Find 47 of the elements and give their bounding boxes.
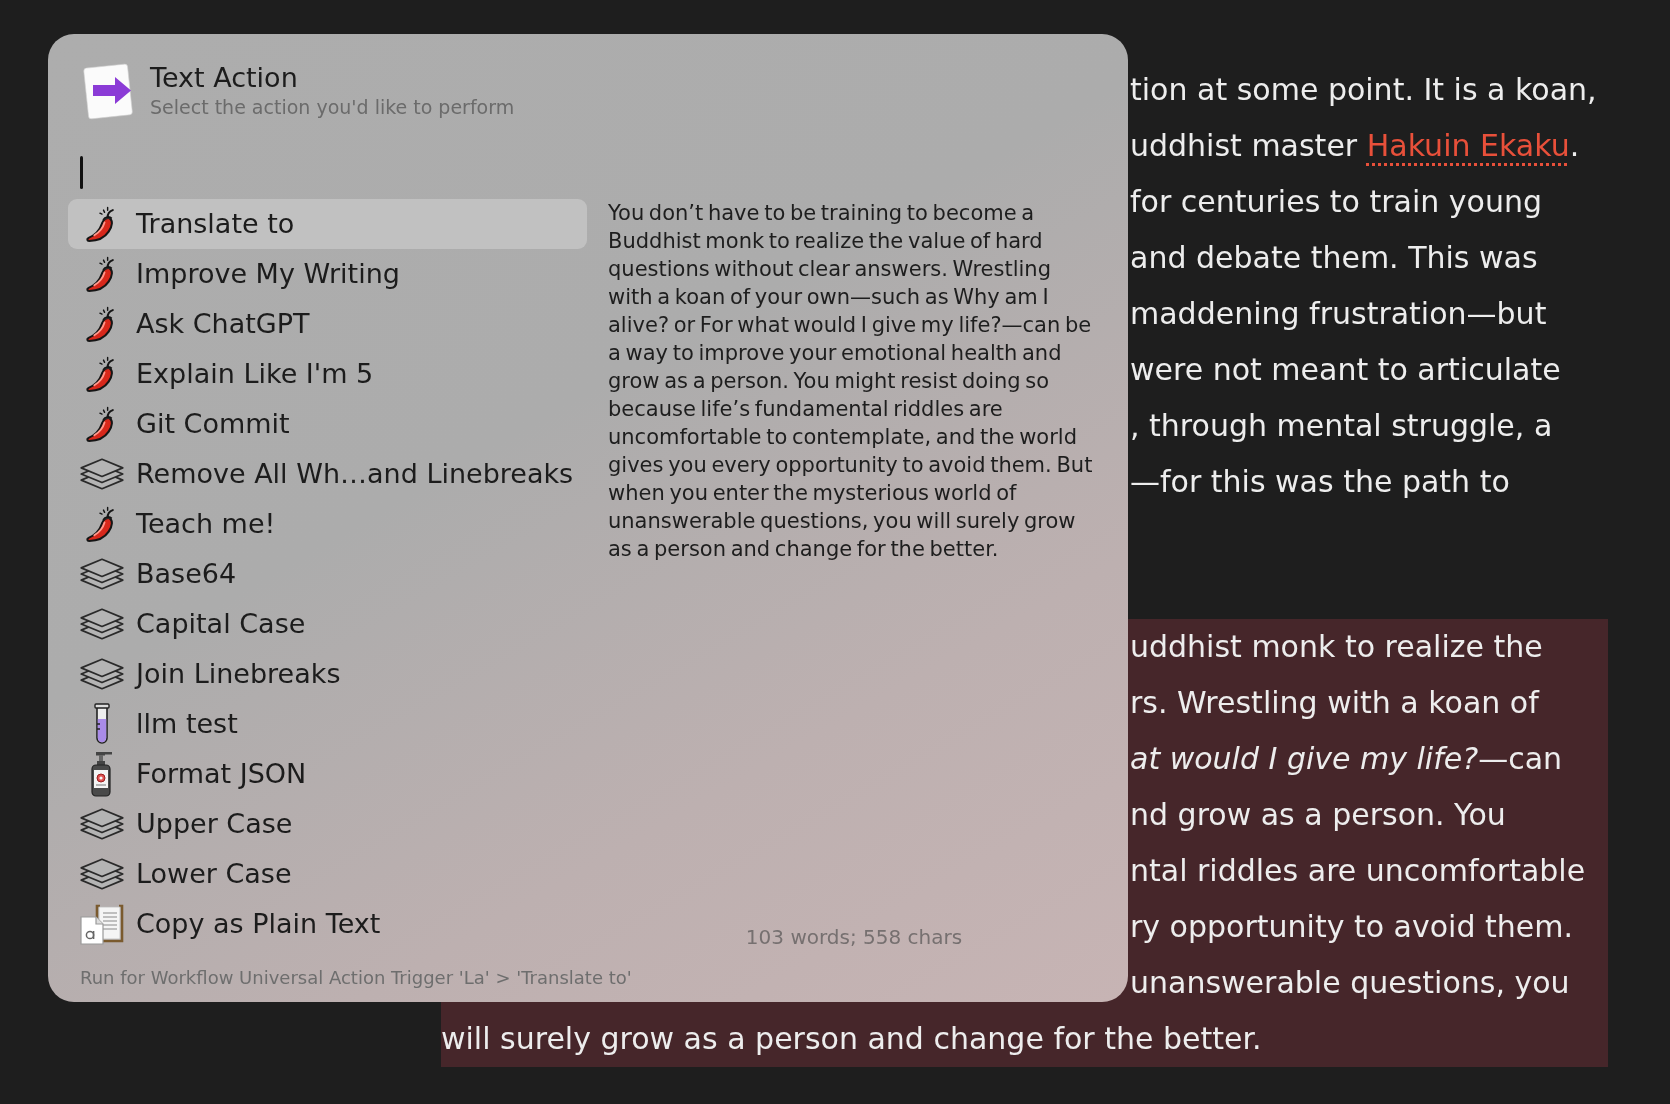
article-text: were not meant to articulate <box>1130 351 1561 389</box>
layers-icon <box>80 558 124 590</box>
action-item[interactable]: Join Linebreaks <box>68 649 587 699</box>
word-count: 103 words; 558 chars <box>744 925 964 949</box>
preview-text: You don’t have to be training to become a Buddhist monk to realize the value of hard questions without clear answers. Wrestling with a koan of your own—such as Why am I alive? or For what would I give my life?—can be a way to improve your emotional health and grow as a person. You might resist doing so because life’s fundamental riddles are uncomfortable to contemplate, and the world gives you every opportunity to avoid them. But when you enter the mysterious world of unanswerable questions, you will surely grow as a person and change for the better. <box>608 200 1094 563</box>
action-item[interactable]: Capital Case <box>68 599 587 649</box>
article-text: for centuries to train young <box>1130 183 1543 221</box>
action-item[interactable]: Upper Case <box>68 799 587 849</box>
article-text: tion at some point. It is a koan, <box>1130 71 1597 109</box>
action-item[interactable]: Teach me! <box>68 499 587 549</box>
action-item[interactable]: Git Commit <box>68 399 587 449</box>
article-text: unanswerable questions, you <box>1130 964 1570 1002</box>
action-item[interactable]: Copy as Plain Text <box>68 899 587 949</box>
clipboard-icon <box>80 903 124 945</box>
article-text: —for this was the path to <box>1130 463 1510 501</box>
test-tube-icon <box>94 703 110 745</box>
window-title: Text Action <box>150 62 299 94</box>
article-text: ry opportunity to avoid them. <box>1130 908 1573 946</box>
layers-icon <box>80 658 124 690</box>
action-item[interactable]: Format JSON <box>68 749 587 799</box>
text-link[interactable]: Hakuin Ekaku <box>1366 128 1570 163</box>
layers-icon <box>80 608 124 640</box>
window-subtitle: Select the action you'd like to perform <box>150 95 515 120</box>
article-text: at would I give my life?—can <box>1130 740 1563 778</box>
layers-icon <box>80 858 124 890</box>
article-text: rs. Wrestling with a koan of <box>1130 684 1539 722</box>
action-item[interactable]: Improve My Writing <box>68 249 587 299</box>
text-cursor-icon <box>80 156 83 189</box>
article-text: will surely grow as a person and change for the better. <box>441 1020 1262 1058</box>
article-text: uddhist master Hakuin Ekaku. <box>1130 127 1580 165</box>
article-text: uddhist monk to realize the <box>1130 628 1543 666</box>
action-item[interactable]: llm test <box>68 699 587 749</box>
action-item[interactable]: Translate to <box>68 199 587 249</box>
layers-icon <box>80 458 124 490</box>
article-text: , through mental struggle, a <box>1130 407 1553 445</box>
article-text: nd grow as a person. You <box>1130 796 1506 834</box>
action-item[interactable]: Explain Like I'm 5 <box>68 349 587 399</box>
status-text: Run for Workflow Universal Action Trigger 'La' > 'Translate to' <box>79 966 633 990</box>
article-text: and debate them. This was <box>1130 239 1538 277</box>
action-item[interactable]: Ask ChatGPT <box>68 299 587 349</box>
action-item[interactable]: Lower Case <box>68 849 587 899</box>
action-item[interactable]: Base64 <box>68 549 587 599</box>
layers-icon <box>80 808 124 840</box>
article-text: ntal riddles are uncomfortable <box>1130 852 1586 890</box>
action-item[interactable]: Remove All Wh…and Linebreaks <box>68 449 587 499</box>
pump-bottle-icon <box>90 751 114 797</box>
article-text: maddening frustration—but <box>1130 295 1547 333</box>
